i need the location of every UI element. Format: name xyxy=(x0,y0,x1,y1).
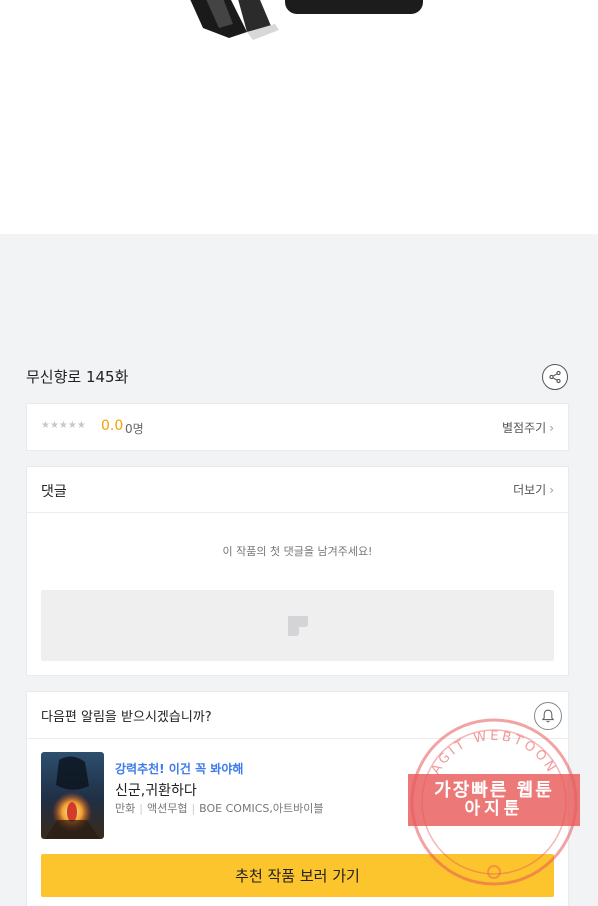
share-button[interactable] xyxy=(542,364,568,390)
notification-question: 다음편 알림을 받으시겠습니까? xyxy=(41,710,212,725)
rate-button[interactable]: 별점주기 › xyxy=(502,419,554,436)
content-area xyxy=(0,0,598,234)
recommend-promo: 강력추천! 이건 꼭 봐야해 xyxy=(115,762,244,776)
notification-card: 다음편 알림을 받으시겠습니까? 강력추천! 이건 꼭 봐야해 신군,귀환하다 … xyxy=(26,691,569,906)
comment-title: 댓글 xyxy=(41,484,67,500)
recommended-thumbnail[interactable] xyxy=(41,752,104,839)
bell-icon xyxy=(541,709,555,723)
comments-more-button[interactable]: 더보기 › xyxy=(513,481,554,498)
comment-input-area[interactable] xyxy=(41,590,554,661)
pencil-icon xyxy=(288,616,308,636)
meta-format: 만화 xyxy=(115,802,136,815)
divider xyxy=(27,738,568,739)
meta-separator: | xyxy=(139,801,143,815)
banner-image-fragment xyxy=(190,0,423,40)
recommended-work-meta: 만화 | 액션무협 | BOE COMICS,아트바이블 xyxy=(115,800,323,816)
episode-title: 무신향로 145화 xyxy=(26,368,129,386)
chevron-right-icon: › xyxy=(549,482,554,497)
view-recommendation-button[interactable]: 추천 작품 보러 가기 xyxy=(41,854,554,897)
rating-score: 0.0 xyxy=(101,418,124,434)
comments-empty-message: 이 작품의 첫 댓글을 남겨주세요! xyxy=(222,545,373,558)
share-icon xyxy=(549,370,561,384)
rate-button-label: 별점주기 xyxy=(502,421,547,435)
rating-card: ★★★★★ 0.0 0명 별점주기 › xyxy=(26,403,569,451)
chevron-right-icon: › xyxy=(549,420,554,435)
meta-publisher: BOE COMICS,아트바이블 xyxy=(199,802,324,815)
comment-header: 댓글 더보기 › xyxy=(27,467,568,513)
meta-genre: 액션무협 xyxy=(146,802,188,815)
bell-button[interactable] xyxy=(534,702,562,730)
recommended-work-title[interactable]: 신군,귀환하다 xyxy=(115,780,197,800)
rating-count: 0명 xyxy=(125,422,144,436)
meta-separator: | xyxy=(191,801,196,815)
comment-card: 댓글 더보기 › 이 작품의 첫 댓글을 남겨주세요! xyxy=(26,466,569,676)
rating-stars[interactable]: ★★★★★ xyxy=(41,420,86,431)
comments-more-label: 더보기 xyxy=(513,483,547,497)
